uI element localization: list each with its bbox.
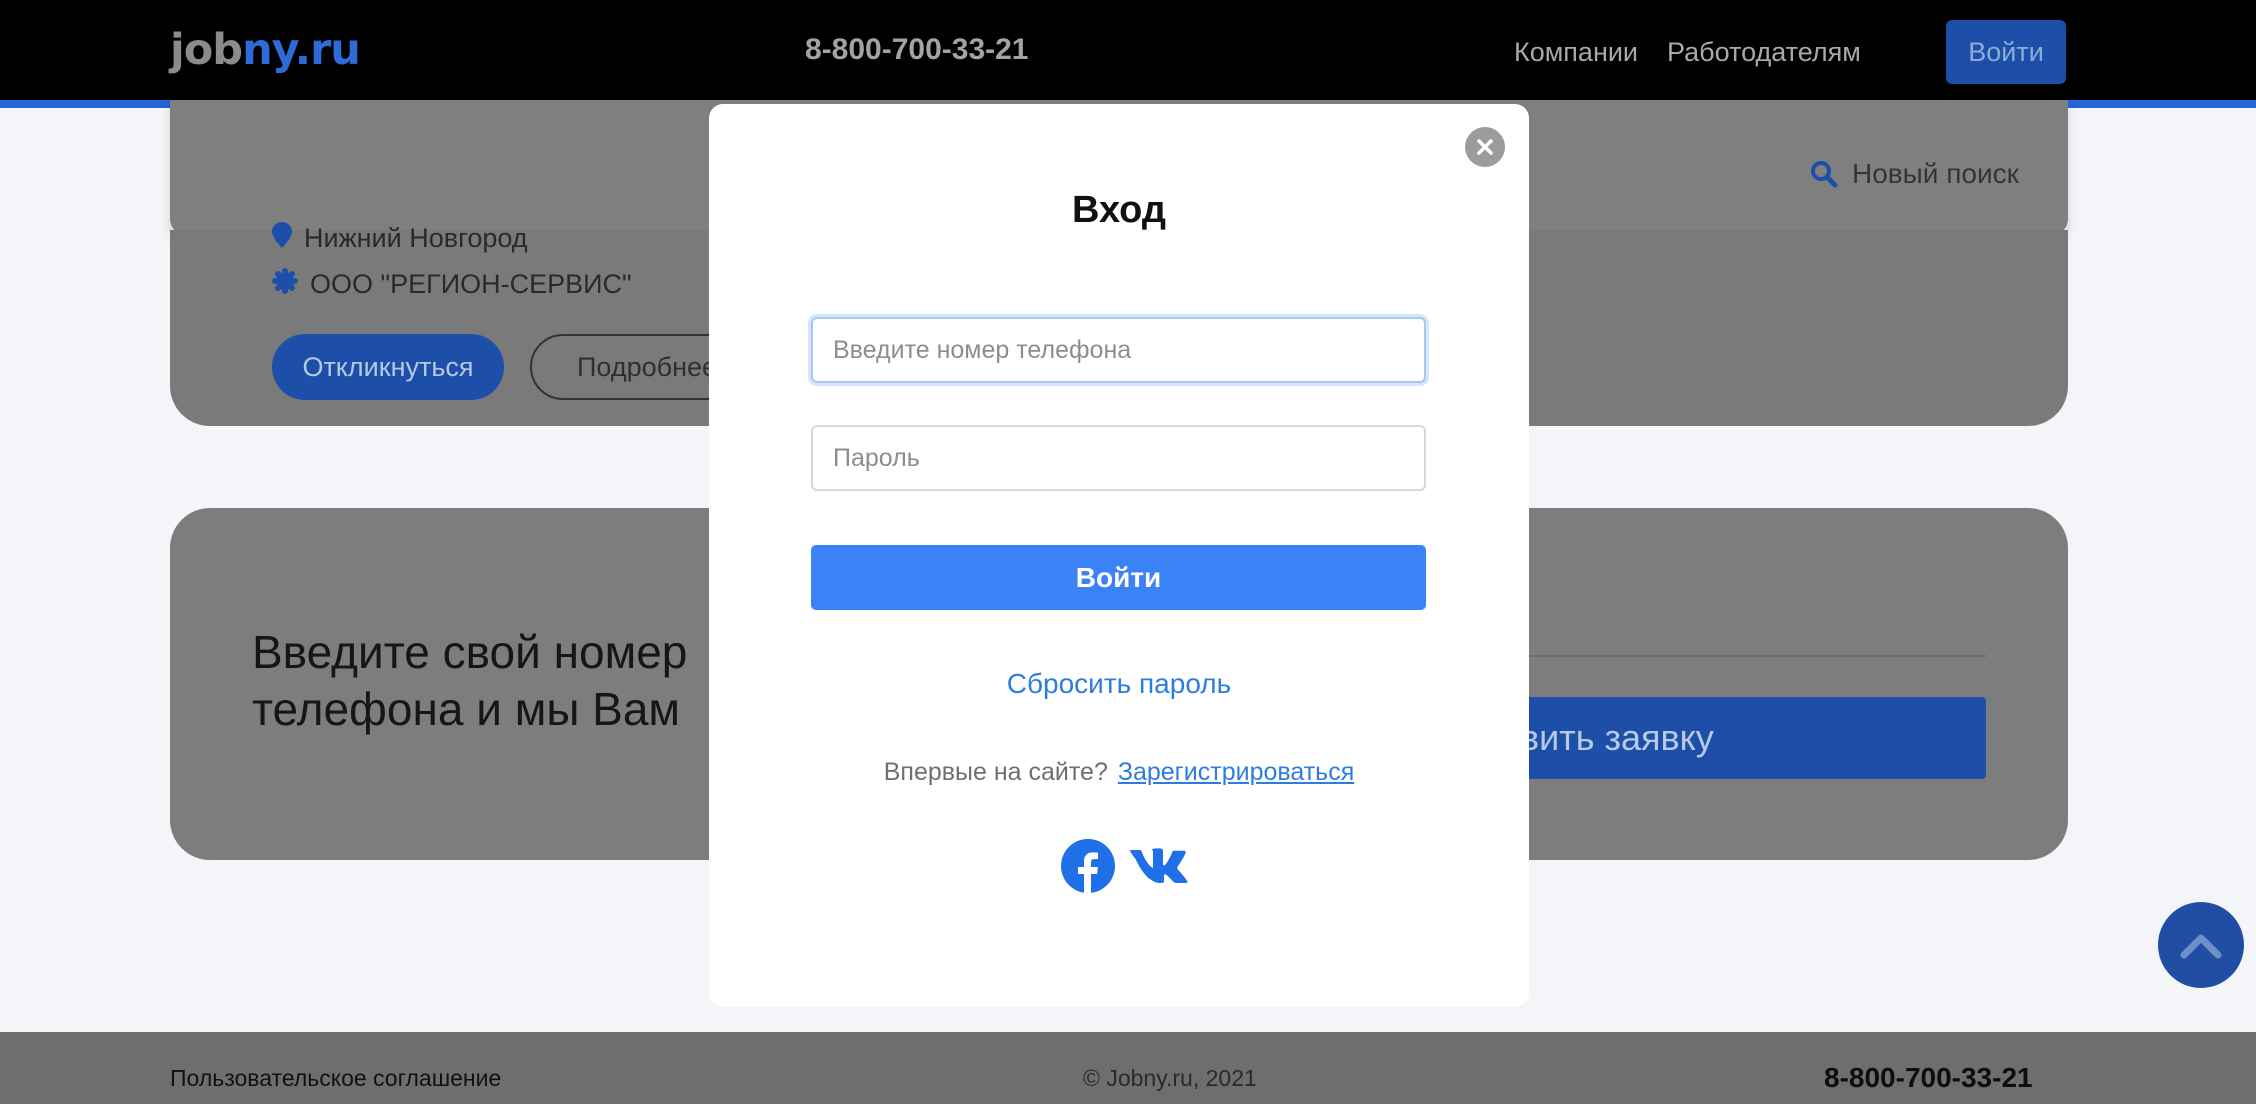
respond-button[interactable]: Откликнуться (272, 334, 504, 400)
vacancy-company-label: ООО "РЕГИОН-СЕРВИС" (310, 269, 632, 299)
modal-close-button[interactable] (1465, 127, 1505, 167)
location-pin-icon (272, 222, 292, 255)
facebook-icon (1061, 839, 1115, 893)
footer-copyright: © Jobny.ru, 2021 (1083, 1065, 1257, 1091)
reset-password-link[interactable]: Сбросить пароль (709, 666, 1529, 702)
scroll-top-button[interactable] (2158, 902, 2244, 988)
header-phone[interactable]: 8-800-700-33-21 (805, 30, 1029, 70)
vacancy-company: ООО "РЕГИОН-СЕРВИС" (272, 268, 632, 301)
site-logo[interactable]: jobny.ru (170, 22, 361, 78)
password-input[interactable] (811, 425, 1426, 491)
nav-companies[interactable]: Компании (1514, 34, 1638, 70)
logo-part-domain: ny.ru (242, 25, 361, 75)
vacancy-city: Нижний Новгород (272, 222, 528, 255)
footer-agreement-link[interactable]: Пользовательское соглашение (170, 1064, 501, 1092)
new-search-link[interactable]: Новый поиск (1810, 156, 2019, 192)
login-submit-button[interactable]: Войти (811, 545, 1426, 610)
nav-employers[interactable]: Работодателям (1667, 34, 1861, 70)
vk-login-button[interactable] (1128, 844, 1190, 888)
logo-part-job: job (170, 25, 243, 75)
facebook-login-button[interactable] (1061, 839, 1115, 893)
first-time-label: Впервые на сайте? (883, 758, 1108, 786)
vacancy-city-label: Нижний Новгород (304, 223, 528, 253)
callback-text: Введите свой номер телефона и мы Вам (252, 626, 688, 735)
footer-phone[interactable]: 8-800-700-33-21 (1824, 1060, 2033, 1096)
chevron-up-icon (2180, 934, 2222, 959)
header-login-button[interactable]: Войти (1946, 20, 2066, 84)
phone-input[interactable] (811, 317, 1426, 383)
register-row: Впервые на сайте? Зарегистрироваться (709, 756, 1529, 788)
search-icon (1811, 161, 1838, 188)
register-link[interactable]: Зарегистрироваться (1118, 758, 1354, 786)
site-header: jobny.ru 8-800-700-33-21 Компании Работо… (0, 0, 2256, 108)
close-icon (1477, 139, 1493, 155)
vk-icon (1129, 848, 1188, 883)
new-search-label: Новый поиск (1852, 158, 2019, 189)
company-badge-icon (272, 268, 298, 301)
modal-title: Вход (1072, 189, 1166, 231)
